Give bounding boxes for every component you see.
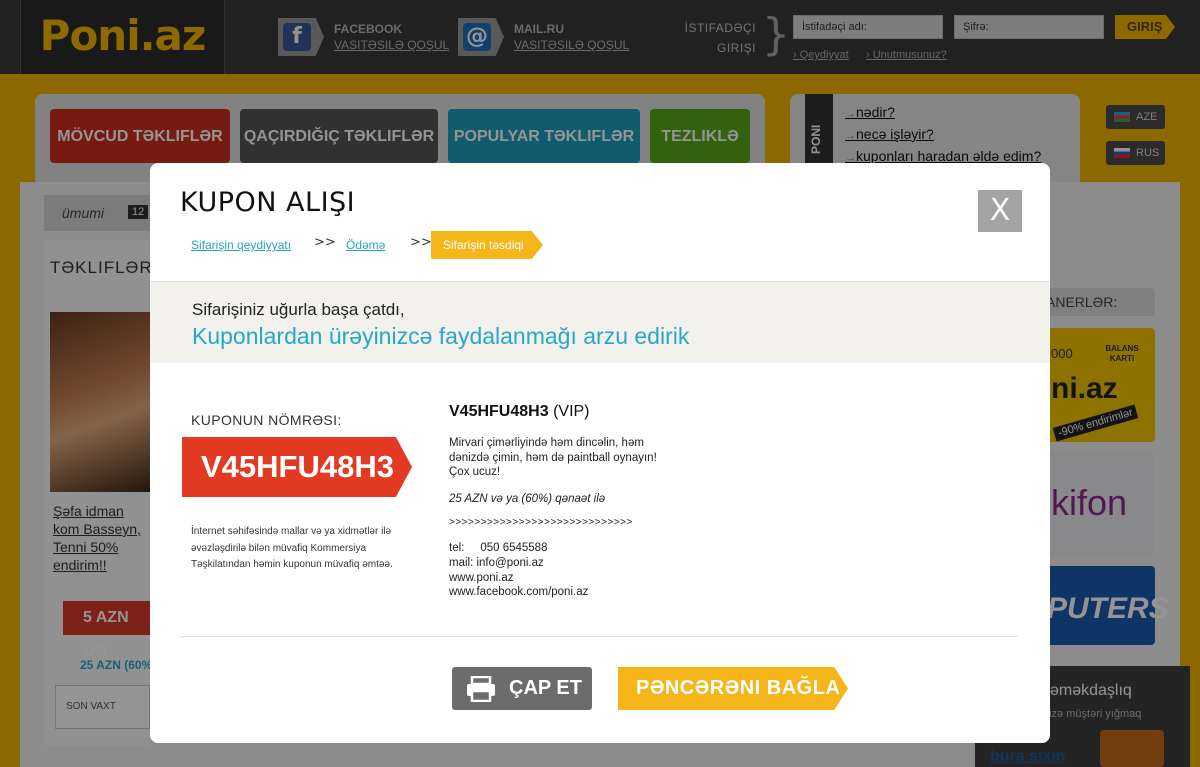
coupon-separator: >>>>>>>>>>>>>>>>>>>>>>>>>>>>> <box>449 517 633 528</box>
modal-title: KUPON ALIŞI <box>180 187 356 218</box>
success-wish: Kuponlardan ürəyinizcə faydalanmağı arzu… <box>192 323 690 349</box>
contact-phone: tel: 050 6545588 <box>449 542 548 554</box>
coupon-disclaimer: İnternet səhifəsində mallar və ya xidmət… <box>191 526 393 570</box>
coupon-number-label: KUPONUN NÖMRƏSI: <box>191 412 342 428</box>
printer-icon <box>467 676 495 702</box>
coupon-saving: 25 AZN və ya (60%) qənaət ilə <box>449 493 606 505</box>
step-payment[interactable]: Ödəmə <box>346 238 385 252</box>
contact-email: mail: info@poni.az <box>449 556 544 569</box>
success-banner: Sifarişiniz uğurla başa çatdı, Kuponlard… <box>150 281 1050 363</box>
print-button[interactable]: ÇAP ET <box>452 667 592 710</box>
coupon-code: V45HFU48H3 <box>449 403 549 420</box>
step-separator: >> <box>314 235 336 250</box>
step-registration[interactable]: Sifarişin qeydiyyatı <box>191 238 291 252</box>
step-separator: >> <box>410 235 432 250</box>
coupon-type: (VIP) <box>553 403 590 420</box>
success-message: Sifarişiniz uğurla başa çatdı, <box>192 300 405 319</box>
coupon-contacts: tel: 050 6545588 mail: info@poni.az www.… <box>449 541 588 600</box>
print-button-label: ÇAP ET <box>509 677 582 699</box>
coupon-purchase-modal: KUPON ALIŞI X Sifarişin qeydiyyatı >> Öd… <box>150 163 1050 743</box>
close-window-button[interactable]: PƏNCƏRƏNI BAĞLA <box>618 667 848 710</box>
contact-facebook: www.facebook.com/poni.az <box>449 586 589 599</box>
step-confirmation-active: Sifarişin təsdiqi <box>431 231 543 259</box>
coupon-number: V45HFU48H3 <box>182 437 412 497</box>
coupon-code-heading: V45HFU48H3 (VIP) <box>449 403 590 421</box>
contact-website: www.poni.az <box>449 571 514 584</box>
modal-divider <box>180 636 1018 637</box>
coupon-description: Mirvari çimərliyində həm dincəlin, həm d… <box>449 437 657 478</box>
modal-close-button[interactable]: X <box>978 190 1022 232</box>
